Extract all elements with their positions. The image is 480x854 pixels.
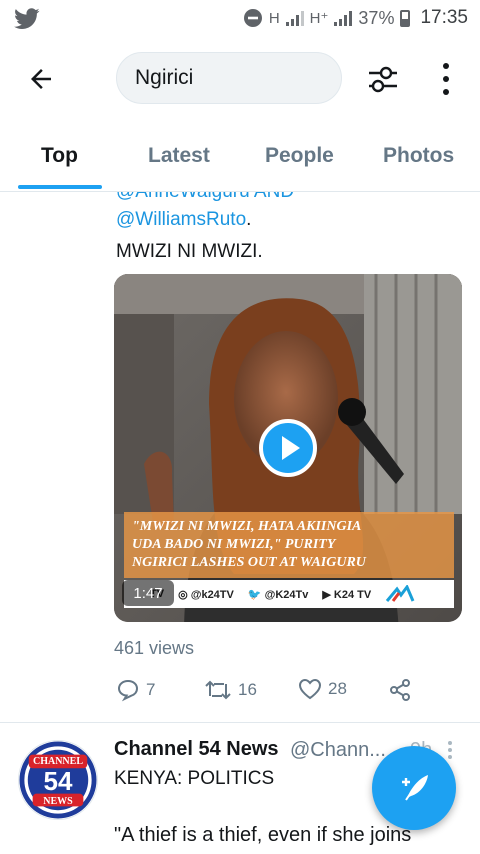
k24-logo-icon — [386, 585, 415, 602]
avatar-text-bottom: NEWS — [43, 796, 73, 807]
retweet-button[interactable]: 16 — [204, 678, 257, 702]
social-instagram-handle: @k24TV — [190, 588, 234, 601]
more-vertical-icon[interactable] — [436, 62, 456, 96]
tweet-text-line-3: MWIZI NI MWIZI. — [116, 241, 263, 262]
status-bar: H H⁺ 37% 17:35 — [0, 0, 480, 38]
reply-icon — [117, 679, 139, 702]
tweet-text-line-partial: @AnneWaiguru AND — [116, 192, 294, 203]
video-duration: 1:47 — [122, 580, 174, 606]
social-twitter: 🐦 @K24Tv — [247, 588, 309, 601]
social-twitter-handle: @K24Tv — [264, 588, 309, 601]
avatar-text-number: 54 — [43, 766, 73, 796]
battery-icon — [400, 9, 411, 27]
filter-sliders-icon[interactable] — [366, 62, 400, 96]
tweet-divider — [0, 722, 480, 723]
tweet-mention-partial[interactable]: @AnneWaiguru AND — [116, 192, 294, 202]
signal-icon — [285, 10, 304, 26]
compose-feather-icon — [402, 775, 428, 801]
search-query: Ngirici — [135, 66, 194, 89]
tab-latest[interactable]: Latest — [148, 144, 210, 168]
caption-line-1: "MWIZI NI MWIZI, HATA AKIINGIA — [132, 519, 362, 534]
status-icons: H H⁺ 37% 17:35 — [243, 7, 468, 29]
tweet-video[interactable]: "MWIZI NI MWIZI, HATA AKIINGIA UDA BADO … — [114, 274, 462, 622]
tab-photos[interactable]: Photos — [383, 144, 454, 168]
view-count: 461 views — [114, 638, 195, 658]
mention-suffix: . — [246, 209, 252, 230]
author-handle: @Chann... — [290, 739, 386, 761]
do-not-disturb-icon — [243, 9, 262, 27]
play-button-icon[interactable] — [259, 419, 317, 477]
tweet2-text-line-1: KENYA: POLITICS — [114, 768, 275, 789]
signal-icon-2 — [334, 10, 353, 26]
like-button[interactable]: 28 — [298, 678, 347, 700]
video-caption-banner: "MWIZI NI MWIZI, HATA AKIINGIA UDA BADO … — [124, 512, 454, 578]
tweet2-text-line-2: "A thief is a thief, even if she joins — [114, 824, 412, 846]
search-input[interactable]: Ngirici — [116, 52, 342, 104]
twitter-bird-icon — [14, 8, 40, 29]
tweet-mention-ruto[interactable]: @WilliamsRuto — [116, 209, 246, 230]
search-tabs: Top Latest People Photos — [0, 120, 480, 192]
avatar[interactable]: CHANNEL 54 NEWS — [18, 740, 98, 820]
tweet-options-icon[interactable] — [444, 740, 456, 760]
social-instagram: ◎ @k24TV — [178, 588, 234, 601]
network-type-2: H⁺ — [309, 10, 329, 27]
reply-button[interactable]: 7 — [116, 678, 155, 702]
active-tab-indicator — [18, 185, 102, 189]
social-youtube-name: K24 TV — [333, 588, 372, 601]
caption-line-3: NGIRICI LASHES OUT AT WAIGURU — [132, 555, 366, 570]
tweet-actions: 7 16 28 — [0, 678, 480, 708]
clock: 17:35 — [420, 7, 468, 28]
reply-count: 7 — [146, 680, 156, 699]
retweet-icon — [205, 680, 231, 700]
back-arrow-icon[interactable] — [26, 64, 56, 94]
like-count: 28 — [328, 679, 347, 698]
tab-top[interactable]: Top — [41, 144, 78, 168]
heart-icon — [298, 678, 322, 700]
author-name[interactable]: Channel 54 News — [114, 738, 279, 761]
tab-people[interactable]: People — [265, 144, 334, 168]
share-icon — [390, 679, 410, 701]
caption-line-2: UDA BADO NI MWIZI," PURITY — [132, 537, 336, 552]
retweet-count: 16 — [238, 680, 257, 699]
compose-tweet-button[interactable] — [372, 746, 456, 830]
search-header: Ngirici — [0, 38, 480, 120]
battery-percent: 37% — [358, 7, 395, 28]
share-button[interactable] — [388, 678, 412, 702]
social-youtube: ▶ K24 TV — [322, 588, 372, 601]
network-type-1: H — [268, 9, 280, 27]
tweet-text-line-2: @WilliamsRuto. — [116, 209, 251, 231]
